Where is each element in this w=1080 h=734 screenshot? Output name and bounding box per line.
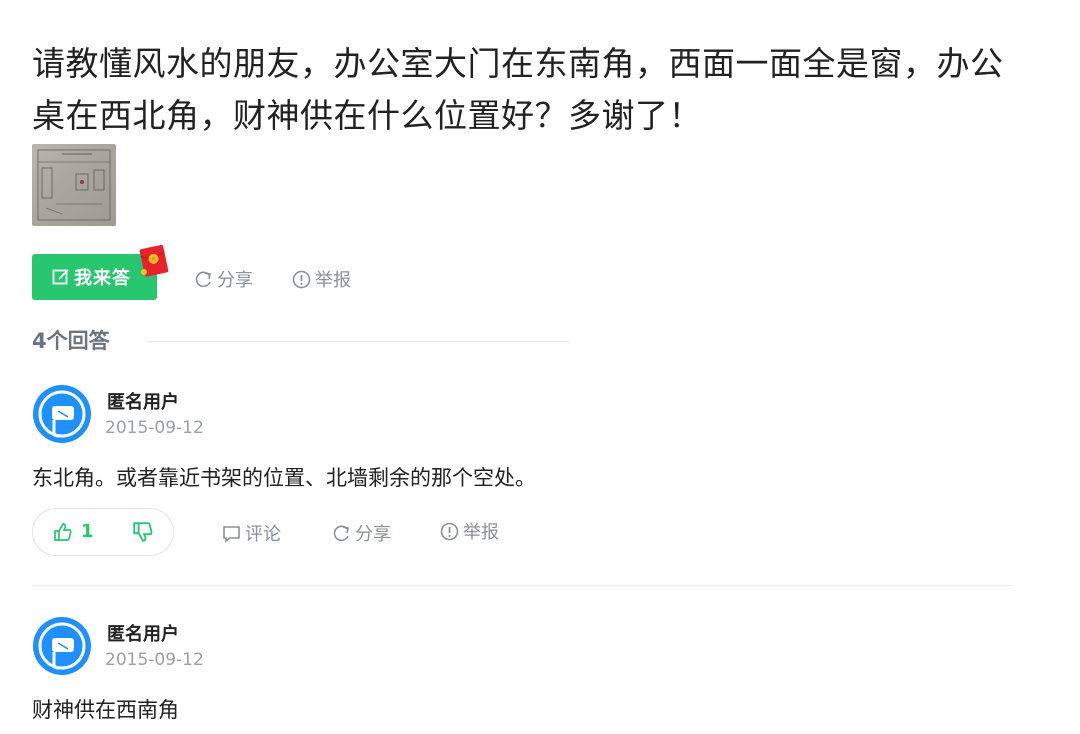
upvote-count: 1 [81, 521, 94, 542]
report-button[interactable]: 举报 [292, 266, 351, 292]
share-button[interactable]: 分享 [194, 266, 253, 292]
report-icon [440, 522, 459, 541]
vote-pill: 1 [32, 508, 174, 556]
answer-date: 2015-09-12 [105, 650, 204, 670]
edit-icon [52, 268, 70, 286]
answer-text: 财神供在西南角 [32, 698, 179, 722]
comment-icon [222, 524, 241, 543]
answer-button-label: 我来答 [74, 268, 131, 289]
question-action-row: 我来答 分享 举报 [32, 244, 632, 302]
answer-divider [32, 585, 1012, 586]
share-icon [194, 270, 213, 289]
report-label: 举报 [463, 522, 499, 543]
share-label: 分享 [217, 270, 253, 291]
answers-header-divider [147, 341, 569, 342]
answer-share-button[interactable]: 分享 [332, 520, 391, 546]
answer-date: 2015-09-12 [105, 418, 204, 438]
share-icon [332, 524, 351, 543]
upvote-button[interactable]: 1 [53, 521, 94, 542]
answer-report-button[interactable]: 举报 [440, 518, 499, 544]
answer-text: 东北角。或者靠近书架的位置、北墙剩余的那个空处。 [32, 466, 536, 490]
answers-header: 4个回答 [32, 326, 572, 356]
comment-label: 评论 [245, 524, 281, 545]
question-title: 请教懂风水的朋友，办公室大门在东南角，西面一面全是窗，办公桌在西北角，财神供在什… [32, 44, 1004, 135]
comment-button[interactable]: 评论 [222, 520, 281, 546]
username[interactable]: 匿名用户 [107, 388, 179, 414]
answers-count: 4个回答 [32, 329, 110, 353]
avatar[interactable] [32, 616, 92, 676]
downvote-button[interactable] [132, 521, 154, 543]
thumbs-up-icon [53, 522, 73, 542]
avatar[interactable] [32, 384, 92, 444]
username[interactable]: 匿名用户 [107, 620, 179, 646]
question-image-thumbnail[interactable] [32, 144, 116, 226]
report-label: 举报 [315, 270, 351, 291]
thumbs-down-icon [133, 522, 153, 542]
share-label: 分享 [355, 524, 391, 545]
red-envelope-icon[interactable] [136, 242, 170, 280]
report-icon [292, 270, 311, 289]
